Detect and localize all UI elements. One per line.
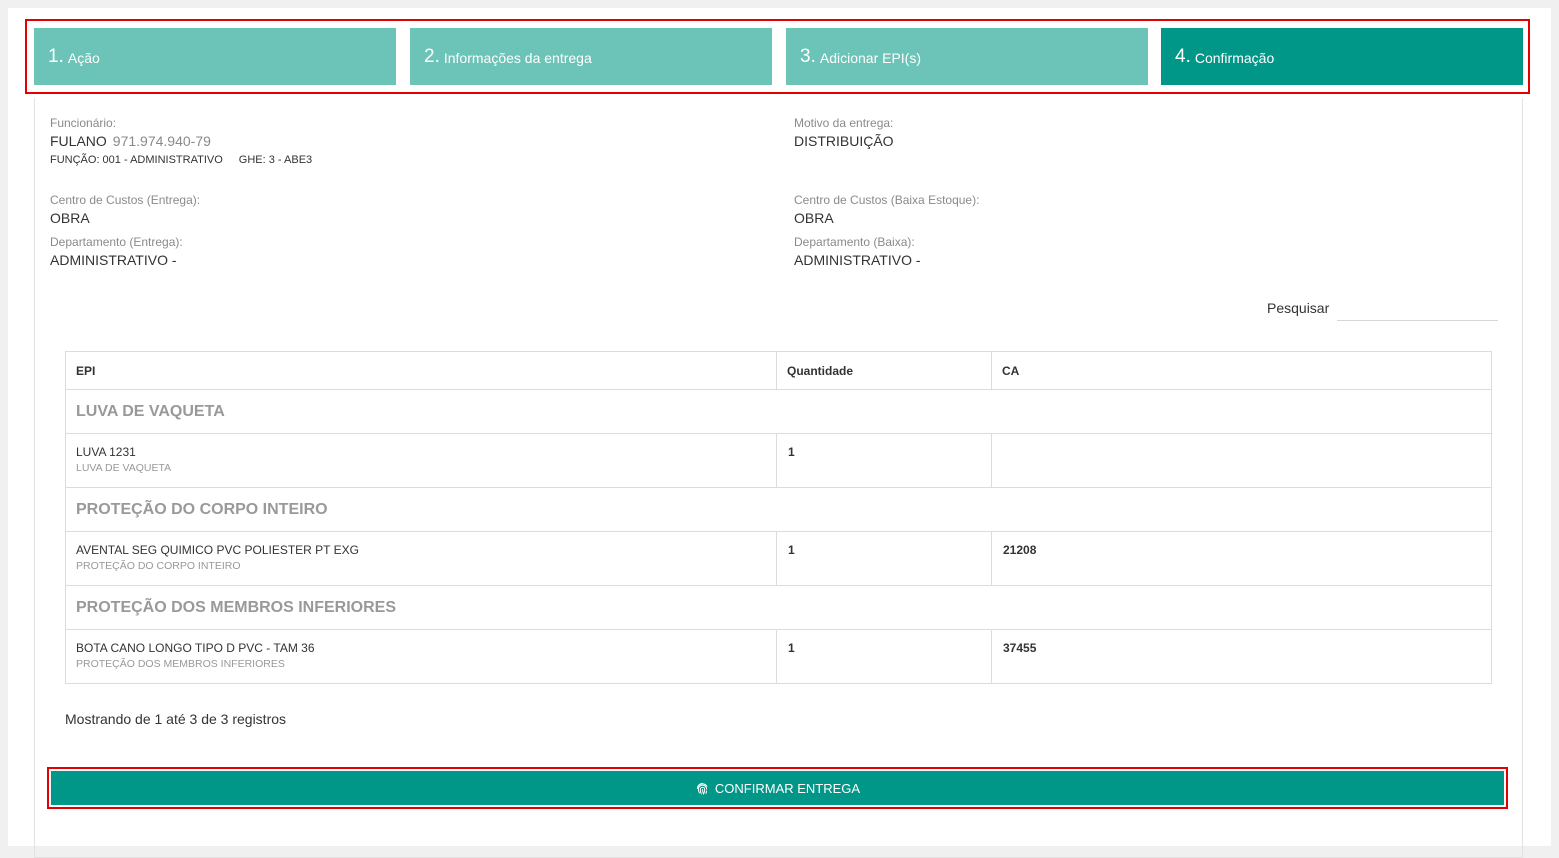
cost-center-delivery-value: OBRA (50, 210, 90, 226)
epi-category: PROTEÇÃO DO CORPO INTEIRO (76, 560, 241, 572)
step-number: 2. (424, 45, 440, 67)
department-low-label: Departamento (Baixa): (794, 235, 915, 249)
table-row[interactable]: LUVA 1231 LUVA DE VAQUETA 1 (65, 433, 1492, 488)
cost-center-delivery: Centro de Custos (Entrega): OBRA (50, 193, 200, 227)
employee-function: FUNÇÃO: 001 - ADMINISTRATIVO (50, 154, 223, 166)
epi-category: LUVA DE VAQUETA (76, 462, 172, 474)
cost-center-stock: Centro de Custos (Baixa Estoque): OBRA (794, 193, 979, 227)
search-box: Pesquisar (1267, 294, 1499, 321)
search-label: Pesquisar (1267, 299, 1330, 316)
department-low: Departamento (Baixa): ADMINISTRATIVO - (794, 235, 921, 269)
page: 1. Ação 2. Informações da entrega 3. Adi… (8, 8, 1551, 858)
employee-document: 971.974.940-79 (112, 133, 211, 149)
search-input[interactable] (1337, 294, 1499, 321)
records-info: Mostrando de 1 até 3 de 3 registros (65, 711, 287, 727)
department-delivery-value: ADMINISTRATIVO - (50, 252, 177, 268)
epi-quantity: 1 (776, 433, 992, 488)
group-row: LUVA DE VAQUETA (65, 389, 1492, 434)
cost-center-stock-label: Centro de Custos (Baixa Estoque): (794, 193, 980, 207)
table-row[interactable]: AVENTAL SEG QUIMICO PVC POLIESTER PT EXG… (65, 531, 1492, 586)
group-row: PROTEÇÃO DO CORPO INTEIRO (65, 487, 1492, 532)
table-row[interactable]: BOTA CANO LONGO TIPO D PVC - TAM 36 PROT… (65, 629, 1492, 684)
step-number: 4. (1175, 45, 1191, 67)
column-header-epi[interactable]: EPI (65, 351, 777, 390)
step-label: Informações da entrega (443, 50, 592, 66)
step-number: 1. (48, 45, 64, 67)
group-title: PROTEÇÃO DO CORPO INTEIRO (65, 487, 1492, 532)
group-title: PROTEÇÃO DOS MEMBROS INFERIORES (65, 585, 1492, 630)
epi-name: BOTA CANO LONGO TIPO D PVC - TAM 36 (76, 641, 315, 655)
step-number: 3. (800, 45, 816, 67)
epi-quantity: 1 (776, 629, 992, 684)
reason-value: DISTRIBUIÇÃO (794, 133, 894, 149)
step-acao[interactable]: 1. Ação (34, 28, 396, 85)
employee-info: Funcionário: FULANO 971.974.940-79 FUNÇÃO… (50, 116, 312, 166)
step-label: Adicionar EPI(s) (819, 50, 922, 66)
step-informacoes[interactable]: 2. Informações da entrega (410, 28, 772, 85)
step-label: Confirmação (1194, 50, 1275, 66)
epi-table: EPI Quantidade CA LUVA DE VAQUETA LUVA 1… (65, 351, 1492, 684)
confirmation-panel: Funcionário: FULANO 971.974.940-79 FUNÇÃO… (34, 98, 1523, 858)
reason-label: Motivo da entrega: (794, 116, 894, 130)
epi-category: PROTEÇÃO DOS MEMBROS INFERIORES (76, 658, 285, 670)
cost-center-delivery-label: Centro de Custos (Entrega): (50, 193, 201, 207)
delivery-reason: Motivo da entrega: DISTRIBUIÇÃO (794, 116, 894, 150)
table-header-row: EPI Quantidade CA (65, 351, 1492, 390)
epi-quantity: 1 (776, 531, 992, 586)
department-low-value: ADMINISTRATIVO - (794, 252, 921, 268)
employee-name: FULANO (50, 133, 107, 149)
step-adicionar-epi[interactable]: 3. Adicionar EPI(s) (786, 28, 1148, 85)
step-label: Ação (67, 50, 100, 66)
department-delivery: Departamento (Entrega): ADMINISTRATIVO - (50, 235, 183, 269)
epi-name: LUVA 1231 (76, 445, 136, 459)
column-header-ca[interactable]: CA (991, 351, 1492, 390)
employee-ghe: GHE: 3 - ABE3 (238, 154, 313, 166)
employee-label: Funcionário: (50, 116, 117, 130)
confirm-delivery-label: CONFIRMAR ENTREGA (714, 780, 861, 796)
cost-center-stock-value: OBRA (794, 210, 834, 226)
epi-ca (991, 433, 1492, 488)
confirm-highlight: CONFIRMAR ENTREGA (47, 767, 1508, 809)
fingerprint-icon (696, 782, 708, 795)
step-confirmacao[interactable]: 4. Confirmação (1161, 28, 1523, 85)
confirm-delivery-button[interactable]: CONFIRMAR ENTREGA (51, 771, 1504, 805)
epi-ca: 21208 (991, 531, 1492, 586)
epi-name: AVENTAL SEG QUIMICO PVC POLIESTER PT EXG (76, 543, 359, 557)
group-row: PROTEÇÃO DOS MEMBROS INFERIORES (65, 585, 1492, 630)
group-title: LUVA DE VAQUETA (65, 389, 1492, 434)
department-delivery-label: Departamento (Entrega): (50, 235, 183, 249)
column-header-quantity[interactable]: Quantidade (776, 351, 992, 390)
epi-ca: 37455 (991, 629, 1492, 684)
